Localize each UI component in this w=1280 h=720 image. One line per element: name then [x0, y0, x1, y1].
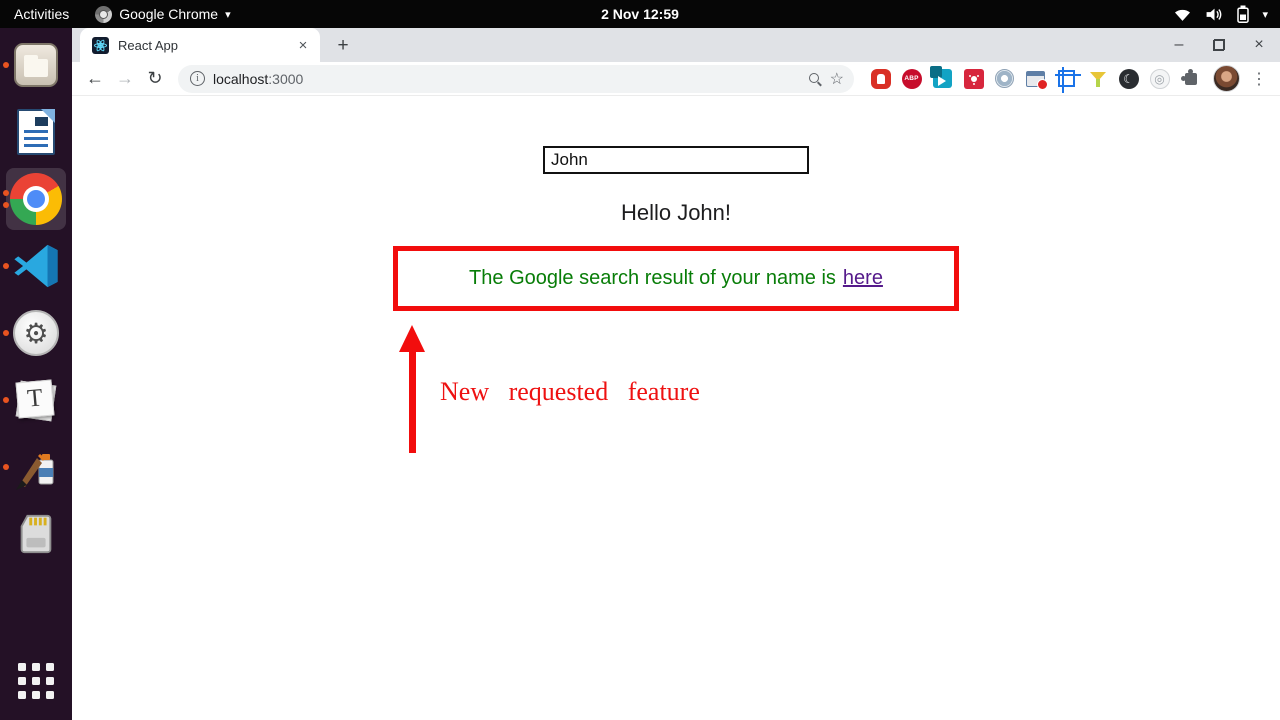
dock: ⚙ T: [0, 28, 72, 720]
chrome-window: React App × + – × ← → ↻ i localhost:3000…: [72, 28, 1280, 720]
design-dots-extension-icon[interactable]: [963, 68, 984, 89]
running-indicator: [3, 330, 9, 336]
gimp-paintbrush-icon: [12, 443, 60, 491]
wifi-icon: [1173, 7, 1192, 22]
tray-caret-down-icon: ▾: [1262, 8, 1268, 21]
dock-item-files[interactable]: [0, 40, 72, 90]
running-indicator: [3, 62, 9, 68]
result-highlight-box: The Google search result of your name is…: [393, 246, 959, 311]
vscode-icon: [12, 242, 60, 290]
profile-avatar[interactable]: [1213, 65, 1240, 92]
result-here-link[interactable]: here: [843, 267, 883, 290]
extensions-puzzle-icon[interactable]: [1180, 68, 1201, 89]
running-indicator: [3, 202, 9, 208]
battery-icon: [1237, 5, 1249, 23]
running-indicator: [3, 464, 9, 470]
restore-icon: [1213, 39, 1225, 51]
app-grid-icon: [18, 663, 54, 699]
sd-card-icon: [13, 511, 59, 557]
dock-item-show-applications[interactable]: [0, 656, 72, 706]
url-host: localhost: [213, 71, 268, 87]
silver-ring-extension-icon[interactable]: [994, 68, 1015, 89]
bookmark-star-icon[interactable]: ☆: [830, 69, 844, 89]
chrome-icon: [10, 173, 62, 225]
greeting-text: Hello John!: [72, 200, 1280, 226]
restore-button[interactable]: [1208, 34, 1230, 56]
running-indicator: [3, 397, 9, 403]
dock-item-gimp[interactable]: [0, 442, 72, 492]
zoom-icon[interactable]: [808, 72, 822, 86]
browser-toolbar: ← → ↻ i localhost:3000 ☆ ABP ☾ ◎: [72, 62, 1280, 96]
tab-close-icon[interactable]: ×: [294, 36, 312, 54]
filter-funnel-extension-icon[interactable]: [1087, 68, 1108, 89]
site-info-icon[interactable]: i: [190, 71, 205, 86]
back-button[interactable]: ←: [82, 66, 108, 92]
tab-title: React App: [118, 38, 294, 53]
address-bar[interactable]: i localhost:3000 ☆: [178, 65, 854, 93]
close-window-button[interactable]: ×: [1248, 34, 1270, 56]
page-content: Hello John! The Google search result of …: [72, 96, 1280, 720]
dock-item-text-editor[interactable]: T: [0, 375, 72, 425]
crop-tool-extension-icon[interactable]: [1056, 68, 1077, 89]
dock-item-vscode[interactable]: [0, 241, 72, 291]
forward-button[interactable]: →: [112, 66, 138, 92]
dock-item-removable-media[interactable]: [0, 509, 72, 559]
annotation-label: New requested feature: [440, 377, 700, 407]
system-top-bar: Activities Google Chrome ▾ 2 Nov 12:59 ▾: [0, 0, 1280, 28]
clock[interactable]: 2 Nov 12:59: [0, 6, 1280, 22]
running-indicator: [3, 190, 9, 196]
tab-strip: React App × + – ×: [72, 28, 1280, 62]
dark-mode-extension-icon[interactable]: ☾: [1118, 68, 1139, 89]
gear-icon: ⚙: [13, 310, 59, 356]
dock-item-google-chrome[interactable]: [0, 174, 72, 224]
popup-blocker-extension-icon[interactable]: [1025, 68, 1046, 89]
name-input[interactable]: [543, 146, 809, 174]
translate-extension-icon[interactable]: [932, 68, 953, 89]
minimize-button[interactable]: –: [1168, 34, 1190, 56]
running-indicator: [3, 263, 9, 269]
url-port: :3000: [268, 71, 303, 87]
stop-hand-extension-icon[interactable]: [870, 68, 891, 89]
text-editor-icon: T: [13, 377, 59, 423]
react-favicon-icon: [92, 37, 109, 54]
screen: Activities Google Chrome ▾ 2 Nov 12:59 ▾: [0, 0, 1280, 720]
adblock-plus-extension-icon[interactable]: ABP: [901, 68, 922, 89]
chrome-menu-icon[interactable]: ⋮: [1248, 68, 1270, 90]
extensions-row: ABP ☾ ◎: [870, 68, 1201, 89]
dock-item-libreoffice-writer[interactable]: [0, 107, 72, 157]
orbit-radar-extension-icon[interactable]: ◎: [1149, 68, 1170, 89]
dock-item-settings[interactable]: ⚙: [0, 308, 72, 358]
reload-button[interactable]: ↻: [142, 66, 168, 92]
files-icon: [14, 43, 58, 87]
url-text[interactable]: localhost:3000: [213, 71, 303, 87]
volume-icon: [1205, 7, 1224, 22]
tab-react-app[interactable]: React App ×: [80, 28, 320, 62]
annotation-arrow-line: [409, 348, 416, 453]
writer-document-icon: [17, 109, 55, 155]
result-text: The Google search result of your name is: [469, 267, 836, 290]
new-tab-button[interactable]: +: [330, 33, 356, 59]
window-controls: – ×: [1168, 28, 1270, 62]
system-tray[interactable]: ▾: [1173, 0, 1280, 28]
